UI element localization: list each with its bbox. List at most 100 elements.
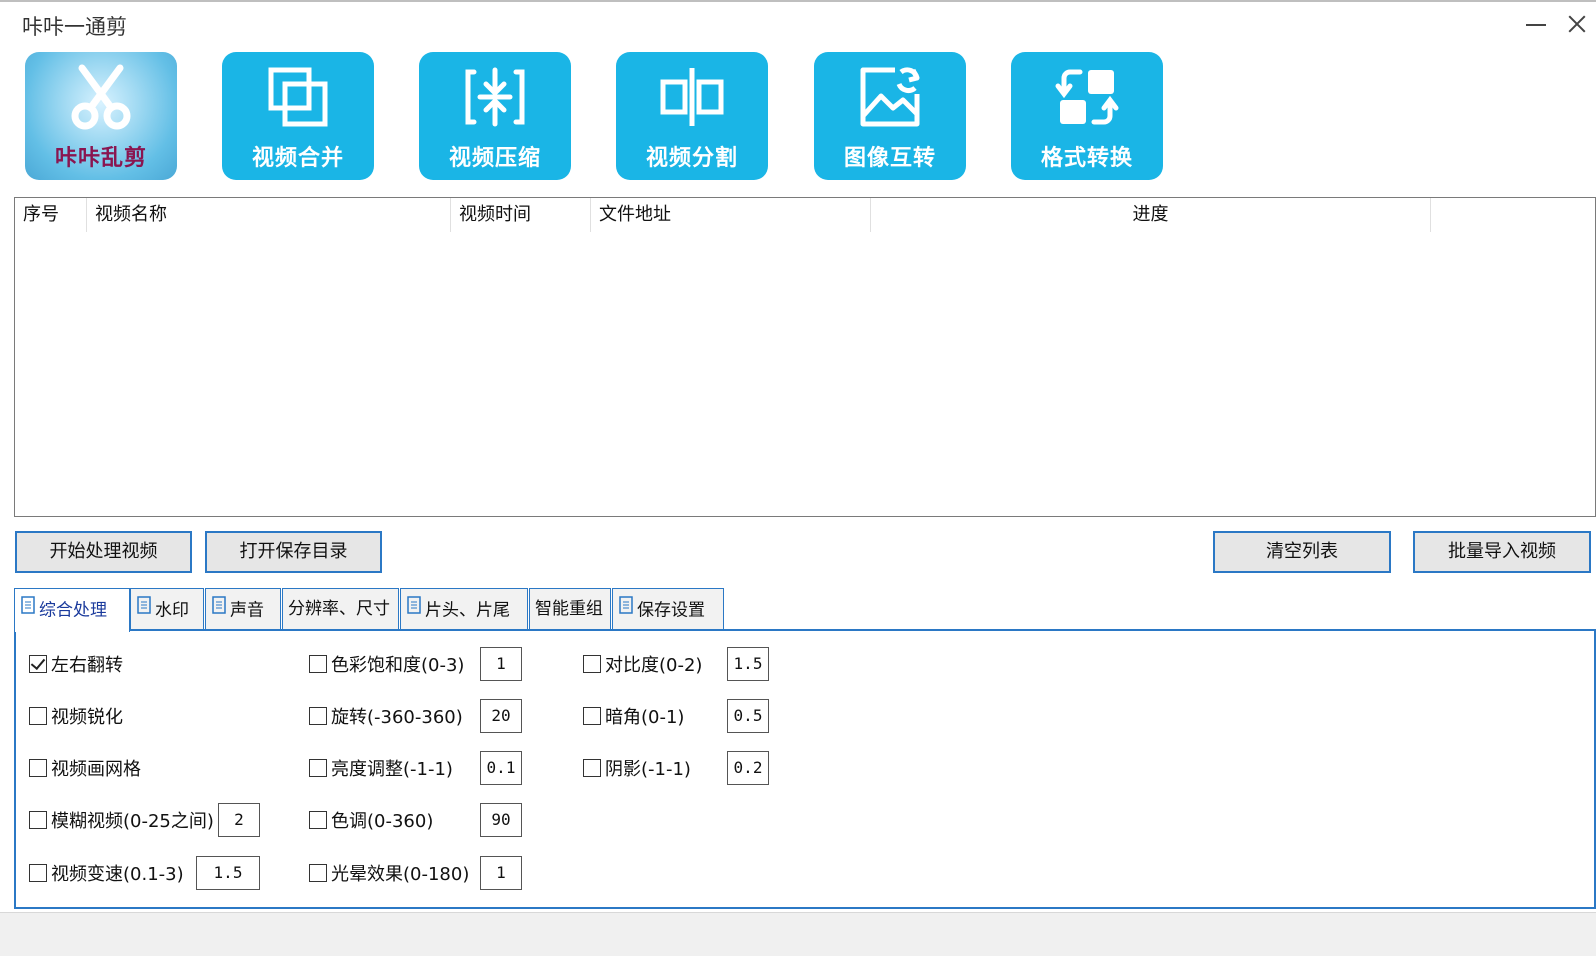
option-label: 亮度调整(-1-1) — [331, 759, 453, 780]
close-button[interactable] — [1558, 8, 1594, 38]
checkbox[interactable] — [309, 655, 327, 673]
checkbox[interactable] — [309, 707, 327, 725]
tool-video-merge-button[interactable]: 视频合并 — [222, 52, 374, 180]
option-grid[interactable]: 视频画网格 — [29, 753, 141, 783]
option-flip-horizontal[interactable]: 左右翻转 — [29, 649, 123, 679]
checkbox[interactable] — [309, 864, 327, 882]
blur-value-input[interactable]: 2 — [218, 803, 260, 837]
tool-label: 咔咔乱剪 — [54, 146, 147, 171]
compress-icon — [419, 62, 571, 132]
column-header-index[interactable]: 序号 — [15, 198, 87, 232]
option-shadow[interactable]: 阴影(-1-1) — [583, 753, 691, 783]
option-hue[interactable]: 色调(0-360) — [309, 805, 433, 835]
brightness-value-input[interactable]: 0.1 — [480, 751, 522, 785]
split-icon — [616, 62, 768, 132]
shadow-value-input[interactable]: 0.2 — [727, 751, 769, 785]
merge-icon — [222, 62, 374, 132]
option-label: 阴影(-1-1) — [605, 759, 691, 780]
tab-smart-regroup[interactable]: 智能重组 — [529, 588, 611, 630]
checkbox[interactable] — [29, 759, 47, 777]
tool-label: 视频压缩 — [448, 146, 541, 171]
tool-video-split-button[interactable]: 视频分割 — [616, 52, 768, 180]
tool-label: 视频合并 — [251, 146, 344, 171]
checkbox[interactable] — [29, 707, 47, 725]
option-label: 模糊视频(0-25之间) — [51, 811, 214, 832]
checkbox[interactable] — [29, 811, 47, 829]
column-header-progress[interactable]: 进度 — [871, 198, 1431, 232]
tab-label: 保存设置 — [637, 600, 705, 621]
contrast-value-input[interactable]: 1.5 — [727, 647, 769, 681]
window-title: 咔咔一通剪 — [22, 15, 127, 39]
option-label: 色彩饱和度(0-3) — [331, 655, 465, 676]
option-brightness[interactable]: 亮度调整(-1-1) — [309, 753, 453, 783]
video-list-table[interactable]: 序号 视频名称 视频时间 文件地址 进度 — [14, 197, 1596, 517]
tab-label: 水印 — [155, 600, 189, 621]
option-speed[interactable]: 视频变速(0.1-3) — [29, 858, 184, 888]
checkbox[interactable] — [29, 864, 47, 882]
option-label: 视频画网格 — [51, 759, 141, 780]
option-label: 视频锐化 — [51, 707, 123, 728]
document-icon — [407, 589, 421, 629]
minimize-button[interactable] — [1518, 8, 1554, 38]
checkbox[interactable] — [583, 707, 601, 725]
option-rotate[interactable]: 旋转(-360-360) — [309, 701, 463, 731]
checkbox[interactable] — [29, 655, 47, 673]
tool-label: 格式转换 — [1040, 146, 1133, 171]
checkbox[interactable] — [583, 655, 601, 673]
option-contrast[interactable]: 对比度(0-2) — [583, 649, 702, 679]
document-icon — [21, 589, 35, 629]
image-convert-icon — [814, 62, 966, 132]
tool-label: 视频分割 — [645, 146, 738, 171]
tab-label: 声音 — [230, 600, 264, 621]
speed-value-input[interactable]: 1.5 — [196, 856, 260, 890]
open-save-dir-button[interactable]: 打开保存目录 — [205, 531, 382, 573]
checkbox[interactable] — [583, 759, 601, 777]
batch-import-button[interactable]: 批量导入视频 — [1413, 531, 1591, 573]
start-processing-button[interactable]: 开始处理视频 — [15, 531, 192, 573]
saturation-value-input[interactable]: 1 — [480, 647, 522, 681]
column-header-name[interactable]: 视频名称 — [87, 198, 451, 232]
glow-value-input[interactable]: 1 — [480, 856, 522, 890]
tool-format-convert-button[interactable]: 格式转换 — [1011, 52, 1163, 180]
tab-label: 片头、片尾 — [425, 600, 510, 621]
vignette-value-input[interactable]: 0.5 — [727, 699, 769, 733]
options-panel: 左右翻转 视频锐化 视频画网格 模糊视频(0-25之间) 2 视频变速(0.1-… — [14, 629, 1596, 909]
document-icon — [619, 589, 633, 629]
tool-kaka-cut-button[interactable]: 咔咔乱剪 — [25, 52, 177, 180]
clear-list-button[interactable]: 清空列表 — [1213, 531, 1391, 573]
column-header-duration[interactable]: 视频时间 — [451, 198, 591, 232]
tab-intro-outro[interactable]: 片头、片尾 — [400, 588, 528, 630]
option-label: 旋转(-360-360) — [331, 707, 463, 728]
option-label: 暗角(0-1) — [605, 707, 685, 728]
option-blur[interactable]: 模糊视频(0-25之间) — [29, 805, 214, 835]
format-convert-icon — [1011, 62, 1163, 132]
option-label: 光晕效果(0-180) — [331, 864, 470, 885]
tool-video-compress-button[interactable]: 视频压缩 — [419, 52, 571, 180]
option-label: 左右翻转 — [51, 655, 123, 676]
column-header-path[interactable]: 文件地址 — [591, 198, 871, 232]
title-bar: 咔咔一通剪 — [0, 0, 1596, 44]
option-vignette[interactable]: 暗角(0-1) — [583, 701, 684, 731]
option-saturation[interactable]: 色彩饱和度(0-3) — [309, 649, 464, 679]
tab-save-settings[interactable]: 保存设置 — [612, 588, 724, 630]
tool-label: 图像互转 — [843, 146, 936, 171]
checkbox[interactable] — [309, 759, 327, 777]
option-label: 色调(0-360) — [331, 811, 434, 832]
option-label: 对比度(0-2) — [605, 655, 703, 676]
status-bar — [0, 912, 1596, 956]
hue-value-input[interactable]: 90 — [480, 803, 522, 837]
option-sharpen[interactable]: 视频锐化 — [29, 701, 123, 731]
tab-resolution[interactable]: 分辨率、尺寸 — [282, 588, 399, 630]
tab-watermark[interactable]: 水印 — [130, 588, 204, 630]
table-header: 序号 视频名称 视频时间 文件地址 进度 — [15, 198, 1595, 232]
tab-general[interactable]: 综合处理 — [14, 588, 130, 632]
option-label: 视频变速(0.1-3) — [51, 864, 184, 885]
tab-audio[interactable]: 声音 — [205, 588, 281, 630]
option-glow[interactable]: 光晕效果(0-180) — [309, 858, 469, 888]
rotate-value-input[interactable]: 20 — [480, 699, 522, 733]
checkbox[interactable] — [309, 811, 327, 829]
document-icon — [212, 589, 226, 629]
tab-label: 分辨率、尺寸 — [288, 599, 390, 619]
tab-label: 综合处理 — [39, 600, 107, 621]
tool-image-convert-button[interactable]: 图像互转 — [814, 52, 966, 180]
